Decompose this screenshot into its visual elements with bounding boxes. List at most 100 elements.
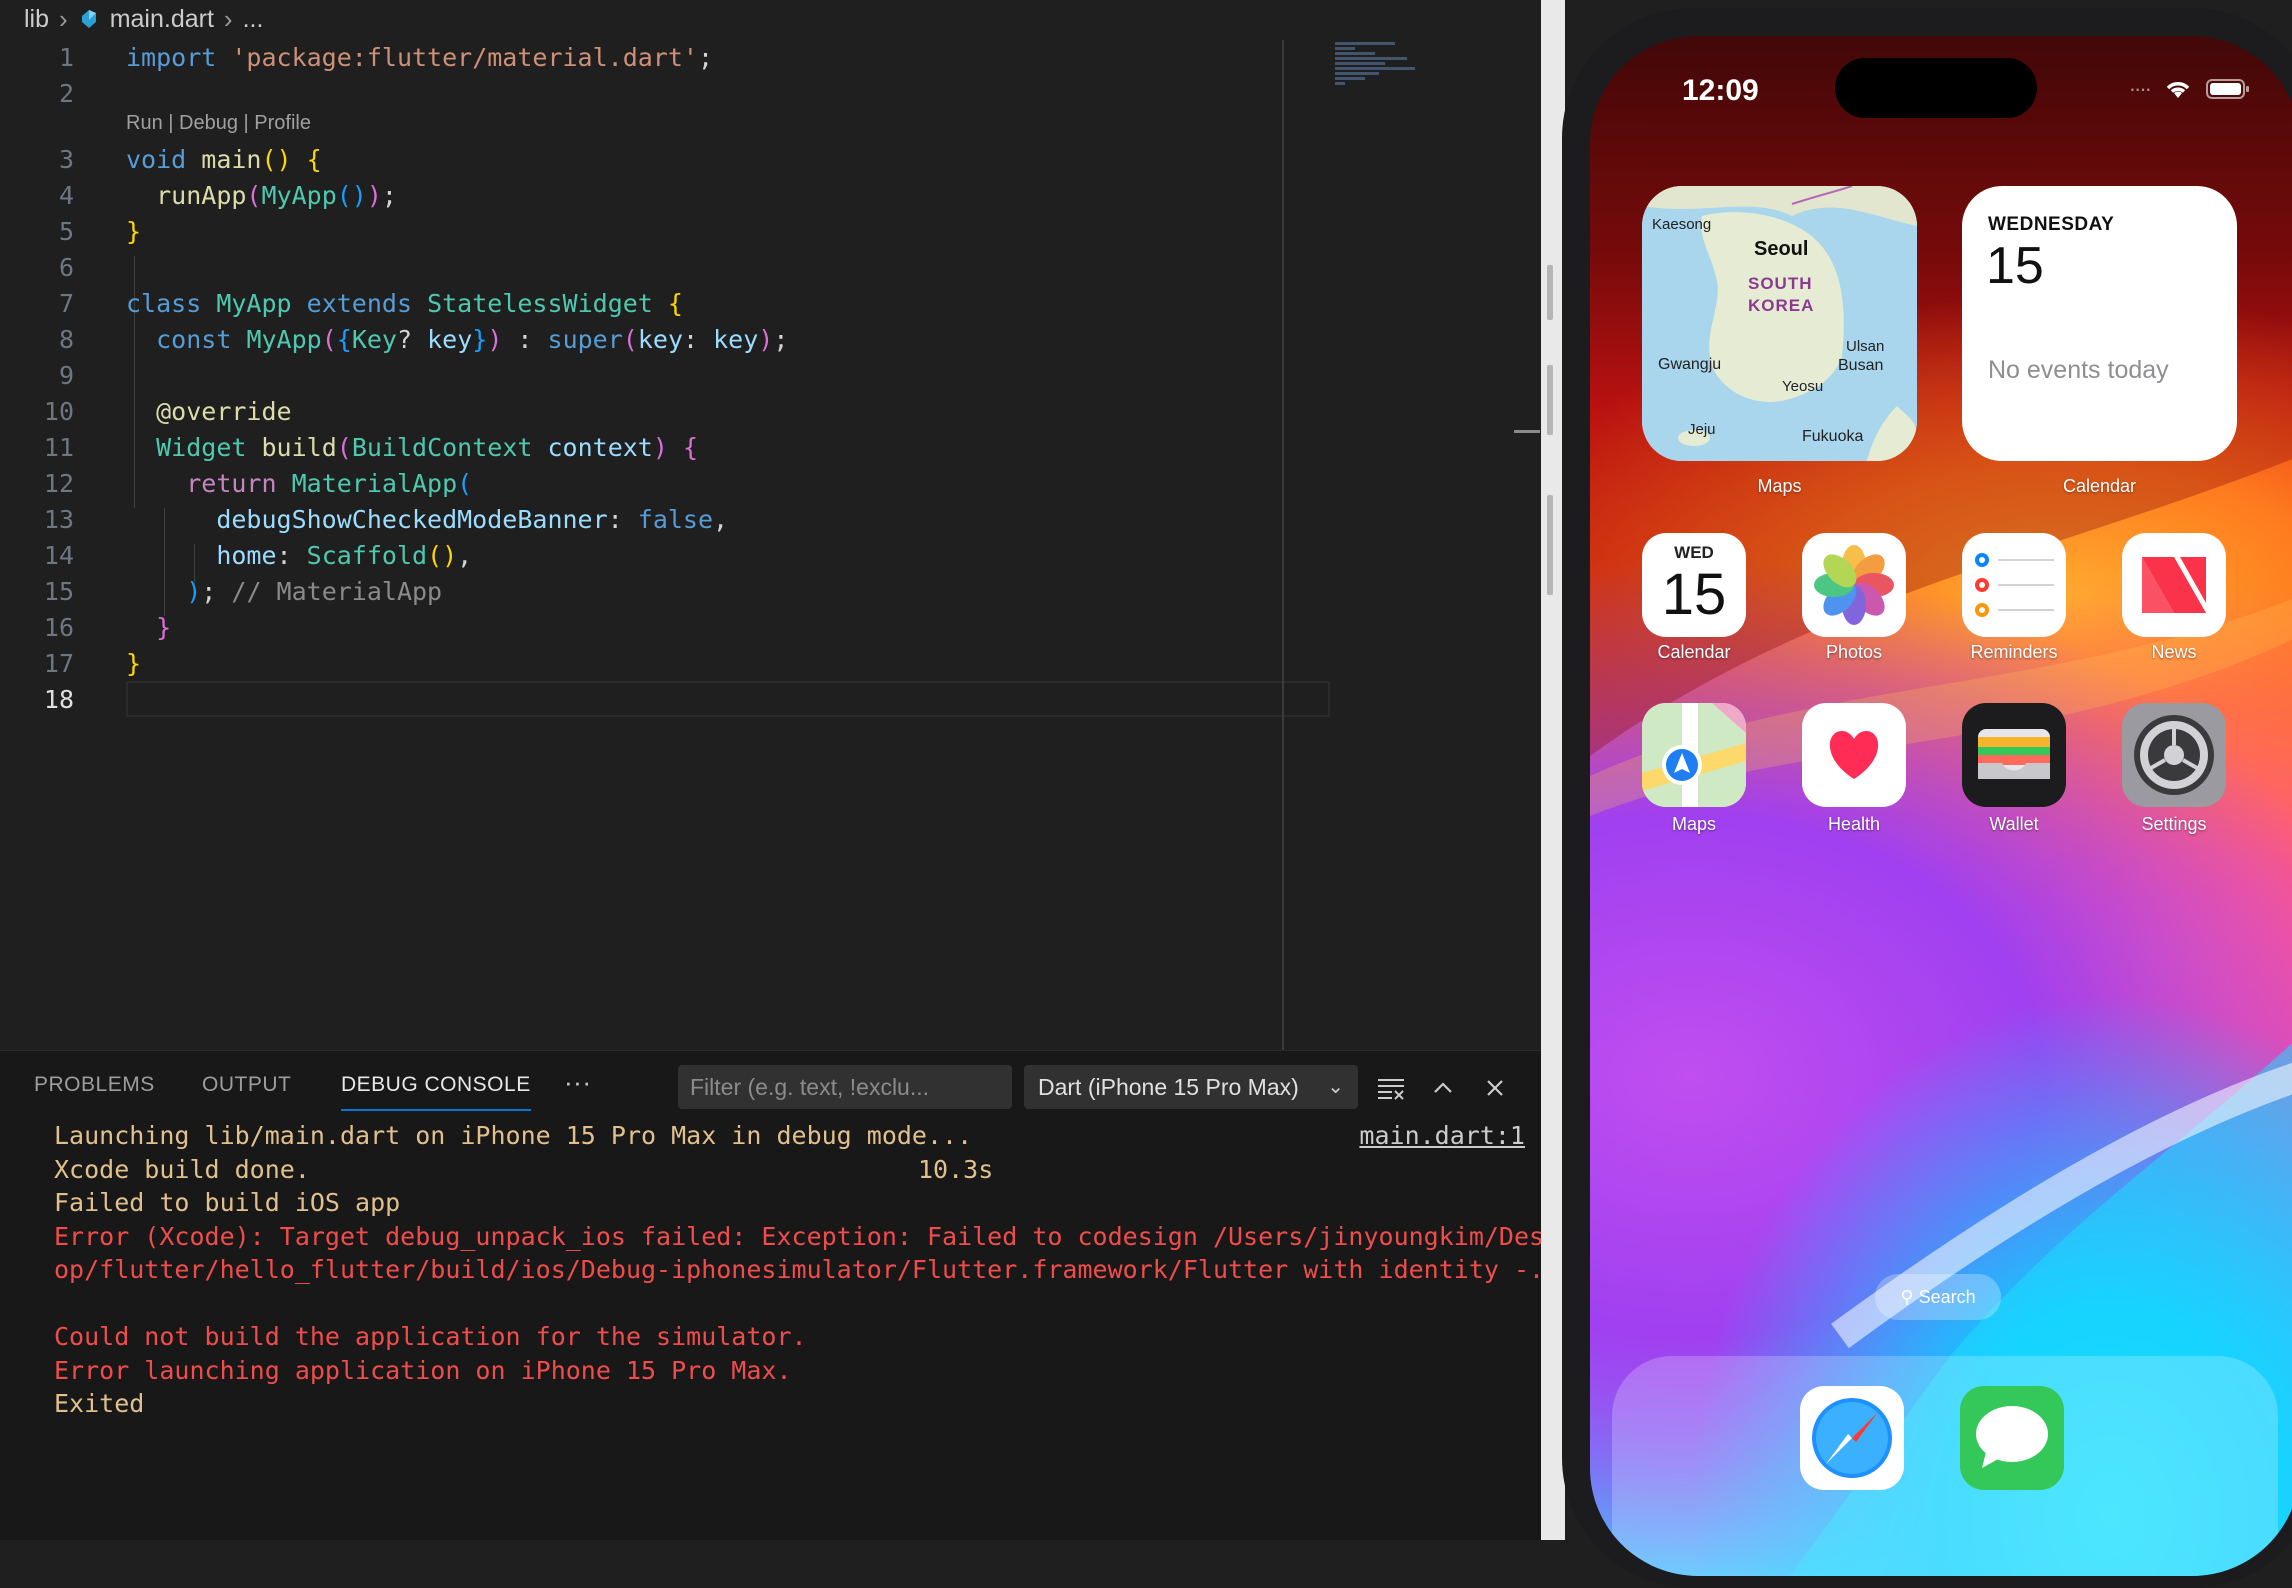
code-line: 7 class MyApp extends StatelessWidget { (0, 286, 1330, 322)
code-line: 9 (0, 358, 1330, 394)
code-line: 12 return MaterialApp( (0, 466, 1330, 502)
scrollbar-marker[interactable] (1514, 430, 1540, 433)
clear-console-icon[interactable] (1376, 1073, 1406, 1103)
line-number: 16 (43, 613, 74, 642)
line-number: 3 (58, 145, 74, 174)
breadcrumb-more[interactable]: ... (243, 5, 264, 34)
health-icon[interactable] (1802, 703, 1906, 807)
line-number: 15 (43, 577, 74, 606)
window-edge-mark (1547, 495, 1553, 595)
console-line: Launching lib/main.dart on iPhone 15 Pro… (54, 1121, 973, 1150)
console-line: Failed to build iOS app (54, 1188, 401, 1217)
breadcrumb-file[interactable]: main.dart (110, 5, 214, 34)
calendar-widget[interactable]: WEDNESDAY 15 No events today (1962, 186, 2237, 461)
minimap[interactable] (1335, 40, 1425, 110)
close-panel-icon[interactable] (1480, 1073, 1510, 1103)
breadcrumb: lib › main.dart › ... (24, 0, 263, 38)
calendar-weekday: WEDNESDAY (1988, 214, 2115, 235)
app-label: Maps (1671, 814, 1716, 834)
console-line: Error launching application on iPhone 15… (54, 1355, 792, 1385)
wifi-icon (2166, 82, 2190, 98)
line-number: 8 (58, 325, 74, 354)
status-icons: ···· (2129, 76, 2250, 102)
console-source-link[interactable]: main.dart:1 (1359, 1119, 1525, 1153)
codelens-debug[interactable]: Debug (179, 112, 238, 134)
codelens-run[interactable]: Run (126, 112, 163, 134)
map-place: Yeosu (1782, 378, 1824, 395)
iphone-home-screen[interactable]: 12:09 ···· Kaesong Seoul SOUTH KOREA Gwa… (1590, 36, 2292, 1576)
panel-tab-bar: PROBLEMS OUTPUT DEBUG CONSOLE ··· Dart (… (0, 1051, 1541, 1123)
console-filter-input[interactable] (678, 1065, 1012, 1109)
debug-session-select[interactable]: Dart (iPhone 15 Pro Max) ⌄ (1024, 1065, 1358, 1109)
settings-icon[interactable] (2122, 703, 2226, 807)
home-search-button[interactable]: ⚲ Search (1875, 1274, 2001, 1320)
tab-debug-console[interactable]: DEBUG CONSOLE (341, 1073, 531, 1111)
map-place: Ulsan (1846, 338, 1885, 355)
map-place: Kaesong (1652, 216, 1712, 233)
line-number: 7 (58, 289, 74, 318)
inlay-comment: // MaterialApp (231, 577, 443, 606)
code-line: 15 ); // MaterialApp (0, 574, 1330, 610)
calendar-icon-day: WED (1674, 543, 1714, 562)
calendar-app[interactable]: WED 15 (1642, 533, 1746, 637)
console-line: op/flutter/hello_flutter/build/ios/Debug… (54, 1255, 1541, 1284)
line-number: 9 (58, 361, 74, 390)
code-line: 17} (0, 646, 1330, 682)
app-label: Photos (1825, 642, 1883, 662)
maps-widget-label: Maps (1757, 476, 1802, 496)
code-line: 4 runApp(MyApp()); (0, 178, 1330, 214)
map-place: KOREA (1748, 296, 1815, 315)
news-icon[interactable] (2122, 533, 2226, 637)
code-line: 6 (0, 250, 1330, 286)
vscode-window: lib › main.dart › ... Run | Debug | Prof… (0, 0, 1541, 1540)
map-place: Jeju (1688, 421, 1716, 438)
code-line: 3 void main() { (0, 142, 1330, 178)
app-label: Health (1827, 814, 1881, 834)
maps-widget[interactable]: Kaesong Seoul SOUTH KOREA Gwangju Ulsan … (1642, 186, 1917, 461)
map-place: SOUTH (1748, 274, 1813, 293)
more-actions-icon[interactable]: ··· (564, 1067, 591, 1098)
calendar-widget-label: Calendar (2062, 476, 2137, 496)
editor-ruler (1282, 40, 1284, 1050)
wallet-icon[interactable] (1962, 703, 2066, 807)
map-place: Fukuoka (1802, 428, 1864, 445)
line-number: 11 (43, 433, 74, 462)
dock (1612, 1356, 2278, 1576)
code-editor[interactable]: Run | Debug | Profile 1 import 'package:f… (0, 40, 1541, 1050)
dynamic-island (1835, 58, 2037, 118)
search-icon: ⚲ (1900, 1287, 1914, 1307)
maps-icon[interactable] (1642, 703, 1746, 807)
codelens-profile[interactable]: Profile (254, 112, 311, 134)
maximize-panel-icon[interactable] (1428, 1073, 1458, 1103)
battery-icon (2206, 79, 2249, 99)
window-edge-mark (1547, 365, 1553, 435)
line-number: 4 (58, 181, 74, 210)
iphone-simulator: 12:09 ···· Kaesong Seoul SOUTH KOREA Gwa… (1562, 8, 2292, 1588)
photos-icon[interactable] (1802, 533, 1906, 637)
search-label: Search (1918, 1287, 1976, 1307)
window-edge-mark (1547, 265, 1553, 320)
debug-console-output[interactable]: Launching lib/main.dart on iPhone 15 Pro… (54, 1119, 1541, 1421)
messages-icon[interactable] (1960, 1386, 2064, 1490)
console-line: Exited (54, 1389, 145, 1418)
map-place: Busan (1838, 357, 1884, 374)
dart-file-icon (81, 10, 96, 28)
app-label: Wallet (1989, 814, 2039, 834)
breadcrumb-folder[interactable]: lib (24, 5, 49, 34)
console-line: Could not build the application for the … (54, 1322, 807, 1351)
reminders-icon[interactable] (1962, 533, 2066, 637)
safari-icon[interactable] (1800, 1386, 1904, 1490)
line-number: 17 (43, 649, 74, 678)
map-place: Gwangju (1658, 356, 1722, 373)
app-label: Settings (2141, 814, 2207, 834)
app-label: News (2151, 642, 2197, 662)
code-line: 5} (0, 214, 1330, 250)
code-line: 2 (0, 76, 1330, 112)
line-number: 10 (43, 397, 74, 426)
code-line: 10 @override (0, 394, 1330, 430)
tab-problems[interactable]: PROBLEMS (34, 1073, 155, 1097)
code-line: 14 home: Scaffold(), (0, 538, 1330, 574)
code-lens: Run | Debug | Profile (126, 112, 311, 134)
tab-output[interactable]: OUTPUT (202, 1073, 291, 1097)
code-line: 16 } (0, 610, 1330, 646)
